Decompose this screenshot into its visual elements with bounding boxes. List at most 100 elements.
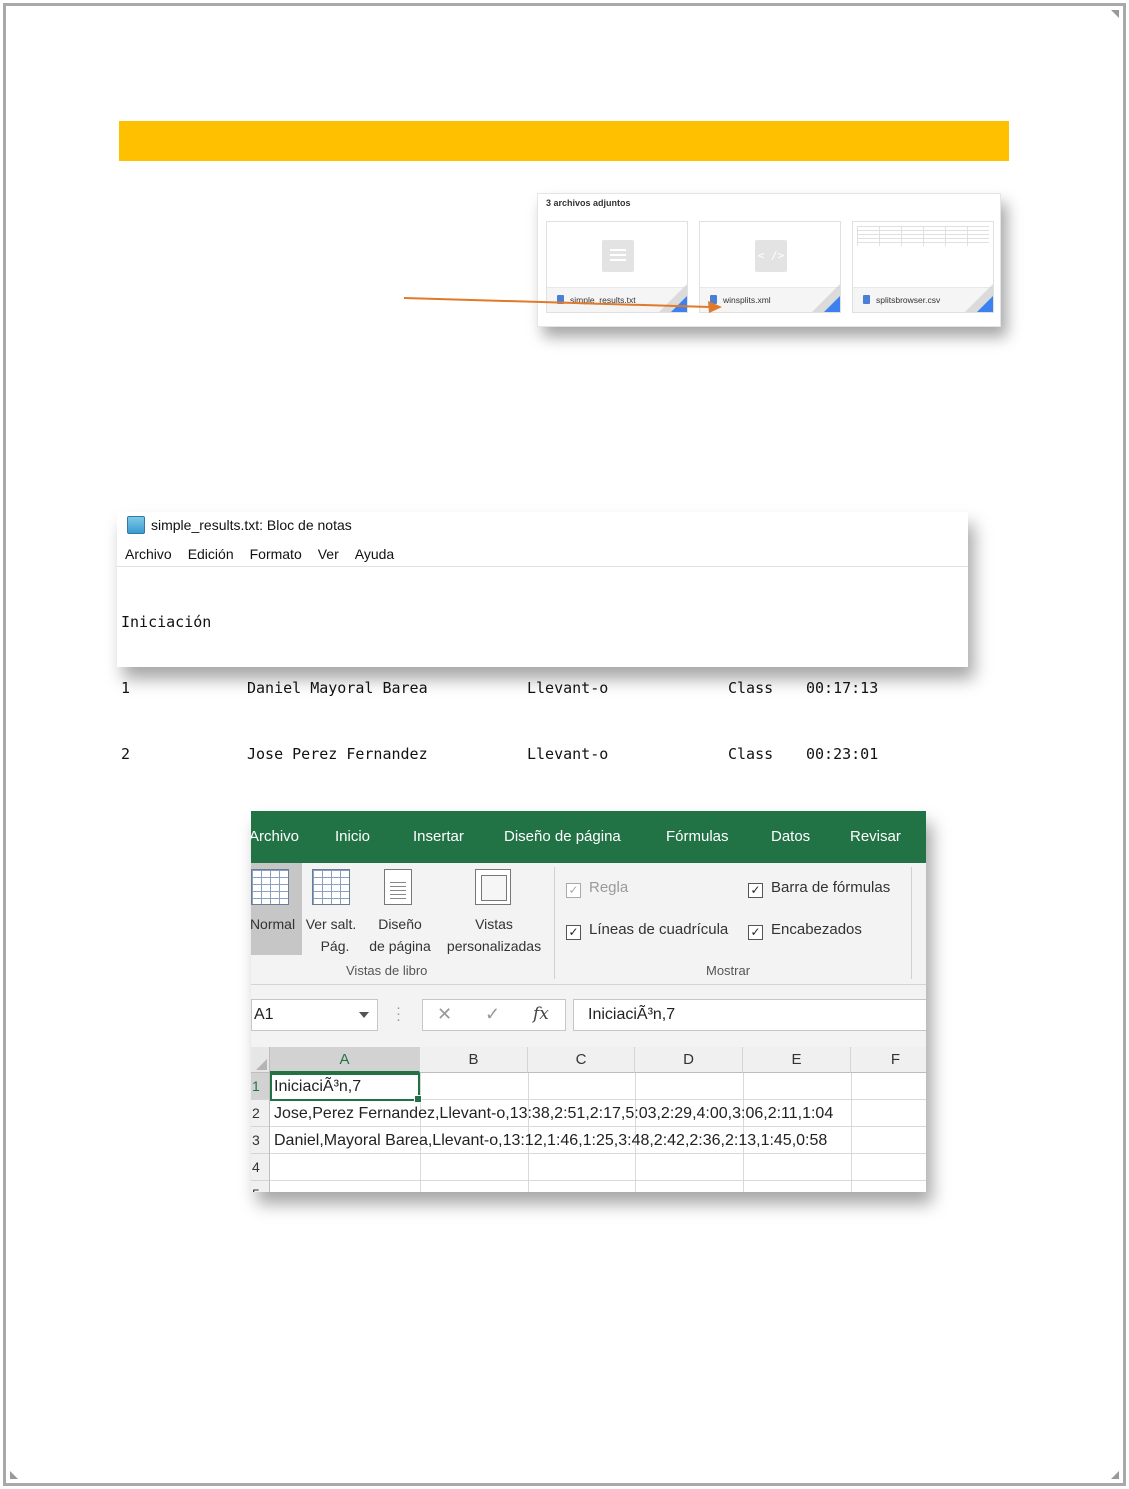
ruler-checkbox[interactable]: ✓ Regla: [566, 879, 628, 898]
result-class: Class: [728, 679, 774, 697]
attachment-filename: splitsbrowser.csv: [876, 295, 941, 305]
row-header-1[interactable]: 1: [251, 1073, 270, 1100]
checkbox-checked-icon: ✓: [566, 883, 581, 898]
page-break-label-1: Ver salt.: [305, 916, 357, 932]
menu-ayuda[interactable]: Ayuda: [347, 544, 402, 566]
drag-handle-icon[interactable]: · · ·: [396, 1000, 401, 1027]
code-file-icon: < />: [755, 240, 787, 272]
excel-window: Archivo Inicio Insertar Diseño de página…: [251, 811, 926, 1192]
attachment-thumbnail: < />: [700, 222, 840, 288]
normal-view-label: Normal: [251, 916, 296, 932]
group-label-vistas-de-libro: Vistas de libro: [346, 963, 428, 978]
tab-inicio[interactable]: Inicio: [335, 828, 370, 845]
result-position: 1: [121, 679, 131, 697]
normal-view-icon: [251, 869, 289, 905]
formula-bar-checkbox[interactable]: ✓ Barra de fórmulas: [748, 879, 890, 898]
header-accent-bar: [119, 121, 1009, 161]
tab-archivo[interactable]: Archivo: [251, 828, 299, 845]
result-position: 2: [121, 745, 131, 763]
cell-a2[interactable]: Jose,Perez Fernandez,Llevant-o,13:38,2:5…: [274, 1100, 833, 1127]
attachment-thumbnail: [853, 222, 993, 288]
menu-ver[interactable]: Ver: [310, 544, 347, 566]
page-break-view-button[interactable]: Ver salt. Pág.: [302, 863, 360, 955]
formula-bar-label: Barra de fórmulas: [771, 879, 891, 896]
text-area[interactable]: Iniciación 1 Daniel Mayoral Barea Llevan…: [117, 566, 968, 763]
custom-views-button[interactable]: Vistas personalizadas: [439, 863, 549, 955]
row-header-3[interactable]: 3: [251, 1127, 270, 1154]
result-time: 00:17:13: [806, 679, 879, 697]
gridlines-checkbox[interactable]: ✓ Líneas de cuadrícula: [566, 921, 728, 940]
cancel-icon[interactable]: ✕: [437, 1004, 452, 1025]
page-layout-label-1: Diseño: [378, 916, 422, 932]
name-box[interactable]: A1: [251, 999, 378, 1031]
column-header-b[interactable]: B: [420, 1047, 528, 1073]
formula-bar-row: A1 · · · ✕ ✓ fx IniciaciÃ³n,7: [251, 997, 926, 1033]
column-header-d[interactable]: D: [635, 1047, 743, 1073]
enter-icon[interactable]: ✓: [485, 1004, 500, 1025]
corner-mark-top-right: [1111, 10, 1119, 18]
corner-mark-bottom-right: [1111, 1471, 1119, 1479]
headings-checkbox[interactable]: ✓ Encabezados: [748, 921, 862, 940]
corner-mark-bottom-left: [10, 1471, 18, 1479]
tab-insertar[interactable]: Insertar: [413, 828, 464, 845]
custom-views-label-1: Vistas: [475, 916, 513, 932]
ribbon-separator: [554, 867, 555, 979]
page-break-view-icon: [312, 869, 350, 905]
spreadsheet-file-icon: [857, 226, 989, 246]
row-header-5[interactable]: 5: [251, 1181, 270, 1192]
attachment-card-xml[interactable]: < /> winsplits.xml: [699, 221, 841, 313]
row-header-2[interactable]: 2: [251, 1100, 270, 1127]
ruler-label: Regla: [589, 879, 629, 896]
menu-bar: Archivo Edición Formato Ver Ayuda: [117, 544, 968, 566]
checkbox-checked-icon: ✓: [748, 883, 763, 898]
tab-diseno-de-pagina[interactable]: Diseño de página: [504, 828, 621, 845]
insert-function-icon[interactable]: fx: [533, 1004, 549, 1024]
text-heading: Iniciación: [121, 613, 212, 631]
spreadsheet-grid[interactable]: A B C D E F 1 2 3 4 5 IniciaciÃ³n,7 Jose…: [251, 1047, 926, 1192]
text-file-icon: [602, 240, 634, 272]
result-club: Llevant-o: [527, 679, 609, 697]
page-layout-view-button[interactable]: Diseño de página: [363, 863, 437, 955]
attachment-filename: simple_results.txt: [570, 295, 636, 305]
custom-views-label-2: personalizadas: [446, 938, 542, 954]
window-title: simple_results.txt: Bloc de notas: [151, 517, 352, 533]
menu-formato[interactable]: Formato: [242, 544, 310, 566]
menu-archivo[interactable]: Archivo: [117, 544, 180, 566]
gridlines-label: Líneas de cuadrícula: [589, 921, 729, 938]
ribbon: Normal Ver salt. Pág. Diseño de página V…: [251, 863, 926, 985]
headings-label: Encabezados: [771, 921, 862, 938]
row-header-4[interactable]: 4: [251, 1154, 270, 1181]
attachment-thumbnail: [547, 222, 687, 288]
attachment-filename: winsplits.xml: [723, 295, 771, 305]
select-all-corner[interactable]: [251, 1047, 270, 1073]
group-label-mostrar: Mostrar: [706, 963, 751, 978]
column-header-a[interactable]: A: [270, 1047, 420, 1073]
column-header-c[interactable]: C: [528, 1047, 635, 1073]
checkbox-checked-icon: ✓: [748, 925, 763, 940]
file-icon: [863, 295, 870, 304]
formula-input[interactable]: IniciaciÃ³n,7: [573, 999, 926, 1031]
notepad-titlebar: simple_results.txt: Bloc de notas: [117, 512, 968, 540]
ribbon-tabs: Archivo Inicio Insertar Diseño de página…: [251, 811, 926, 863]
download-corner-icon: [824, 296, 840, 312]
chevron-down-icon[interactable]: [359, 1012, 369, 1018]
tab-formulas[interactable]: Fórmulas: [666, 828, 729, 845]
attachments-panel: 3 archivos adjuntos simple_results.txt <…: [537, 193, 1001, 327]
page-layout-icon: [384, 869, 412, 905]
tab-revisar[interactable]: Revisar: [850, 828, 901, 845]
column-header-f[interactable]: F: [851, 1047, 926, 1073]
attachment-card-csv[interactable]: splitsbrowser.csv: [852, 221, 994, 313]
page-break-label-2: Pág.: [320, 938, 350, 954]
notepad-icon: [127, 516, 145, 534]
tab-datos[interactable]: Datos: [771, 828, 810, 845]
notepad-window: simple_results.txt: Bloc de notas Archiv…: [117, 512, 968, 763]
normal-view-button[interactable]: Normal: [251, 863, 302, 955]
result-club: Llevant-o: [527, 745, 609, 763]
attachment-card-txt[interactable]: simple_results.txt: [546, 221, 688, 313]
column-header-e[interactable]: E: [743, 1047, 851, 1073]
attachments-title: 3 archivos adjuntos: [546, 198, 631, 208]
menu-edicion[interactable]: Edición: [180, 544, 242, 566]
ribbon-separator: [911, 867, 912, 979]
cell-a3[interactable]: Daniel,Mayoral Barea,Llevant-o,13:12,1:4…: [274, 1127, 827, 1154]
result-name: Daniel Mayoral Barea: [247, 679, 428, 697]
